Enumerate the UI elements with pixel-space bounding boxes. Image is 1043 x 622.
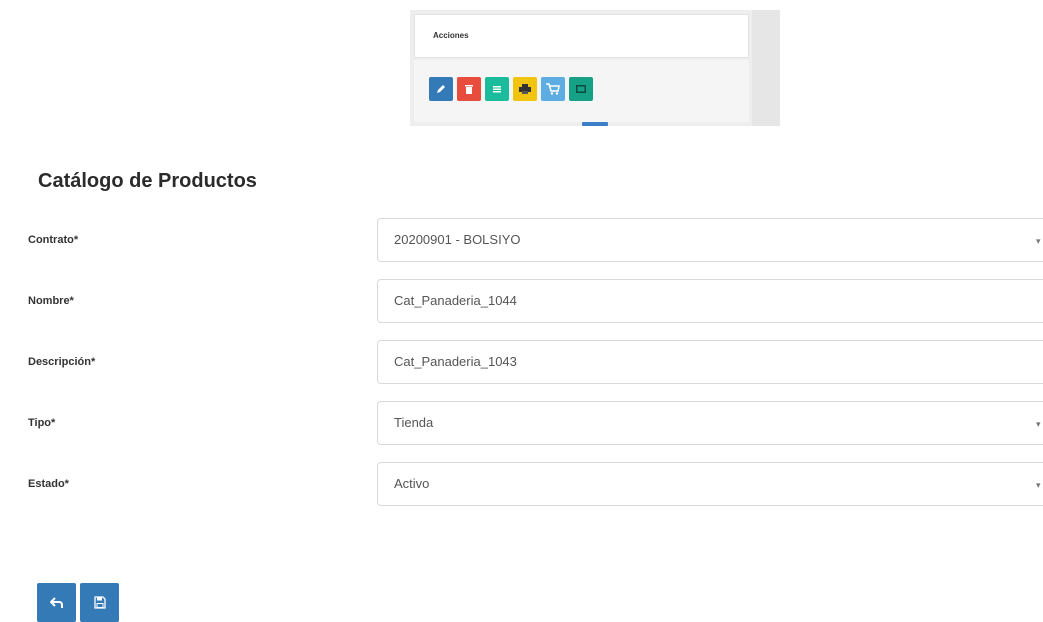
descripcion-input[interactable]: Cat_Panaderia_1043 [377,340,1043,384]
trash-icon [465,85,473,94]
tipo-select[interactable]: Tienda [377,401,1043,445]
page-title: Catálogo de Productos [38,170,257,192]
print-button[interactable] [513,77,537,101]
nombre-input[interactable]: Cat_Panaderia_1044 [377,279,1043,323]
delete-button[interactable] [457,77,481,101]
acciones-header: Acciones [433,31,469,40]
vertical-scrollbar[interactable] [752,10,780,126]
contrato-label: Contrato* [28,234,79,246]
chevron-down-icon: ▾ [1036,419,1041,429]
tipo-label: Tipo* [28,417,56,429]
form-actions [37,583,119,622]
horizontal-scrollbar-thumb[interactable] [582,122,608,126]
estado-select[interactable]: Activo [377,462,1043,506]
back-button[interactable] [37,583,76,622]
list-icon [493,86,501,93]
form-row-descripcion: Descripción* Cat_Panaderia_1043 [0,340,1043,384]
action-buttons [429,77,593,101]
window-icon [576,85,586,93]
form-row-contrato: Contrato* 20200901 - BOLSIYO ▾ [0,218,1043,262]
form-row-tipo: Tipo* Tienda ▾ [0,401,1043,445]
edit-button[interactable] [429,77,453,101]
descripcion-label: Descripción* [28,356,96,368]
nombre-label: Nombre* [28,295,74,307]
form-row-nombre: Nombre* Cat_Panaderia_1044 [0,279,1043,323]
cart-button[interactable] [541,77,565,101]
chevron-down-icon: ▾ [1036,480,1041,490]
floppy-disk-icon [93,596,106,609]
pencil-icon [437,85,445,93]
cart-icon [546,83,560,95]
save-button[interactable] [80,583,119,622]
acciones-header-cell: Acciones [414,14,749,58]
view-button[interactable] [569,77,593,101]
acciones-panel: Acciones [410,10,780,126]
contrato-select[interactable]: 20200901 - BOLSIYO [377,218,1043,262]
form-row-estado: Estado* Activo ▾ [0,462,1043,506]
estado-label: Estado* [28,478,69,490]
list-button[interactable] [485,77,509,101]
printer-icon [519,84,531,94]
chevron-down-icon: ▾ [1036,236,1041,246]
undo-icon [49,596,63,608]
